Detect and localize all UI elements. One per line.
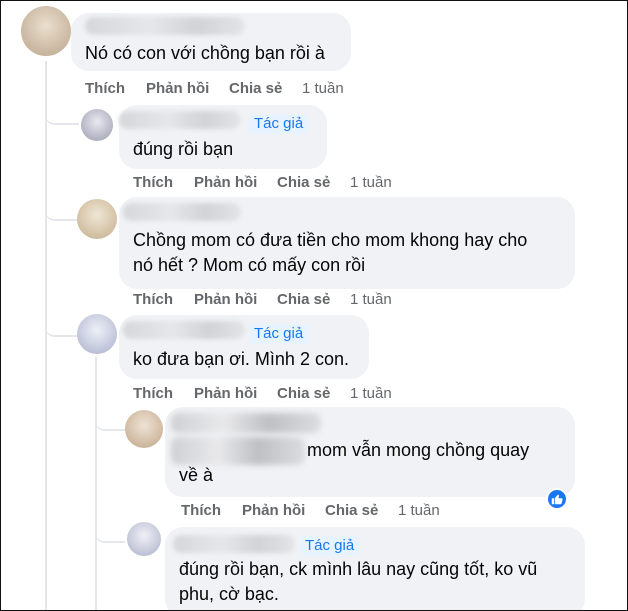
timestamp[interactable]: 1 tuần [350, 291, 392, 308]
comment-bubble: Nó có con với chồng bạn rồi à [71, 13, 351, 71]
timestamp[interactable]: 1 tuần [350, 174, 392, 191]
reply-button[interactable]: Phản hồi [194, 174, 257, 191]
avatar[interactable] [125, 410, 163, 448]
comment-text: nó hết ? Mom có mấy con rồi [133, 255, 366, 275]
comment-text: ko đưa bạn ơi. Mình 2 con. [133, 349, 349, 369]
comment-thread: Nó có con với chồng bạn rồi à Thích Phản… [0, 0, 628, 611]
thread-connector [95, 409, 125, 431]
share-button[interactable]: Chia sẻ [277, 385, 330, 402]
reply-button[interactable]: Phản hồi [194, 385, 257, 402]
thread-connector [45, 101, 79, 125]
reaction-badge[interactable] [546, 488, 568, 510]
like-button[interactable]: Thích [133, 385, 173, 402]
like-button[interactable]: Thích [85, 80, 125, 97]
share-button[interactable]: Chia sẻ [277, 174, 330, 191]
timestamp[interactable]: 1 tuần [350, 385, 392, 402]
comment-text: mom vẫn mong chồng quay [307, 440, 530, 460]
share-button[interactable]: Chia sẻ [229, 80, 282, 97]
like-button[interactable]: Thích [181, 502, 221, 519]
comment-bubble: Tác giả ko đưa bạn ơi. Mình 2 con. [119, 315, 369, 379]
mention-blurred[interactable] [171, 437, 305, 465]
comment-text: Chồng mom có đưa tiền cho mom khong hay … [133, 230, 528, 250]
comment-text: phu, cờ bạc. [179, 584, 279, 604]
author-badge: Tác giả [300, 536, 360, 556]
timestamp[interactable]: 1 tuần [302, 80, 344, 97]
author-badge: Tác giả [249, 324, 309, 344]
thumbs-up-icon [551, 494, 563, 505]
thread-line-main [45, 61, 47, 610]
thread-connector [95, 521, 125, 543]
share-button[interactable]: Chia sẻ [325, 502, 378, 519]
timestamp[interactable]: 1 tuần [398, 502, 440, 519]
thread-line-nested [95, 357, 97, 610]
reply-button[interactable]: Phản hồi [194, 291, 257, 308]
commenter-name-blurred[interactable] [171, 413, 321, 433]
comment-text: đúng rồi bạn, ck mình lâu nay cũng tốt, … [179, 559, 538, 579]
commenter-name-blurred[interactable] [85, 17, 245, 35]
thread-connector [45, 313, 79, 337]
commenter-name-blurred[interactable] [123, 203, 241, 221]
like-button[interactable]: Thích [133, 291, 173, 308]
share-button[interactable]: Chia sẻ [277, 291, 330, 308]
thread-connector [45, 197, 79, 221]
comment-bubble: Tác giả đúng rồi bạn, ck mình lâu nay cũ… [165, 527, 585, 610]
avatar[interactable] [21, 6, 71, 56]
comment-text: về à [179, 465, 214, 485]
author-badge: Tác giả [249, 114, 309, 134]
commenter-name-blurred[interactable] [173, 535, 295, 553]
commenter-name-blurred[interactable] [119, 111, 241, 129]
avatar[interactable] [81, 109, 113, 141]
comment-bubble: mom vẫn mong chồng quay về à [165, 407, 575, 497]
avatar[interactable] [77, 199, 117, 239]
comment-text: Nó có con với chồng bạn rồi à [85, 43, 325, 63]
like-button[interactable]: Thích [133, 174, 173, 191]
comment-bubble: Tác giả đúng rồi bạn [119, 105, 327, 169]
comment-bubble: Chồng mom có đưa tiền cho mom khong hay … [119, 197, 575, 289]
commenter-name-blurred[interactable] [123, 321, 245, 339]
reply-button[interactable]: Phản hồi [146, 80, 209, 97]
reply-button[interactable]: Phản hồi [242, 502, 305, 519]
avatar[interactable] [77, 314, 117, 354]
avatar[interactable] [127, 522, 161, 556]
comment-text: đúng rồi bạn [133, 139, 234, 159]
